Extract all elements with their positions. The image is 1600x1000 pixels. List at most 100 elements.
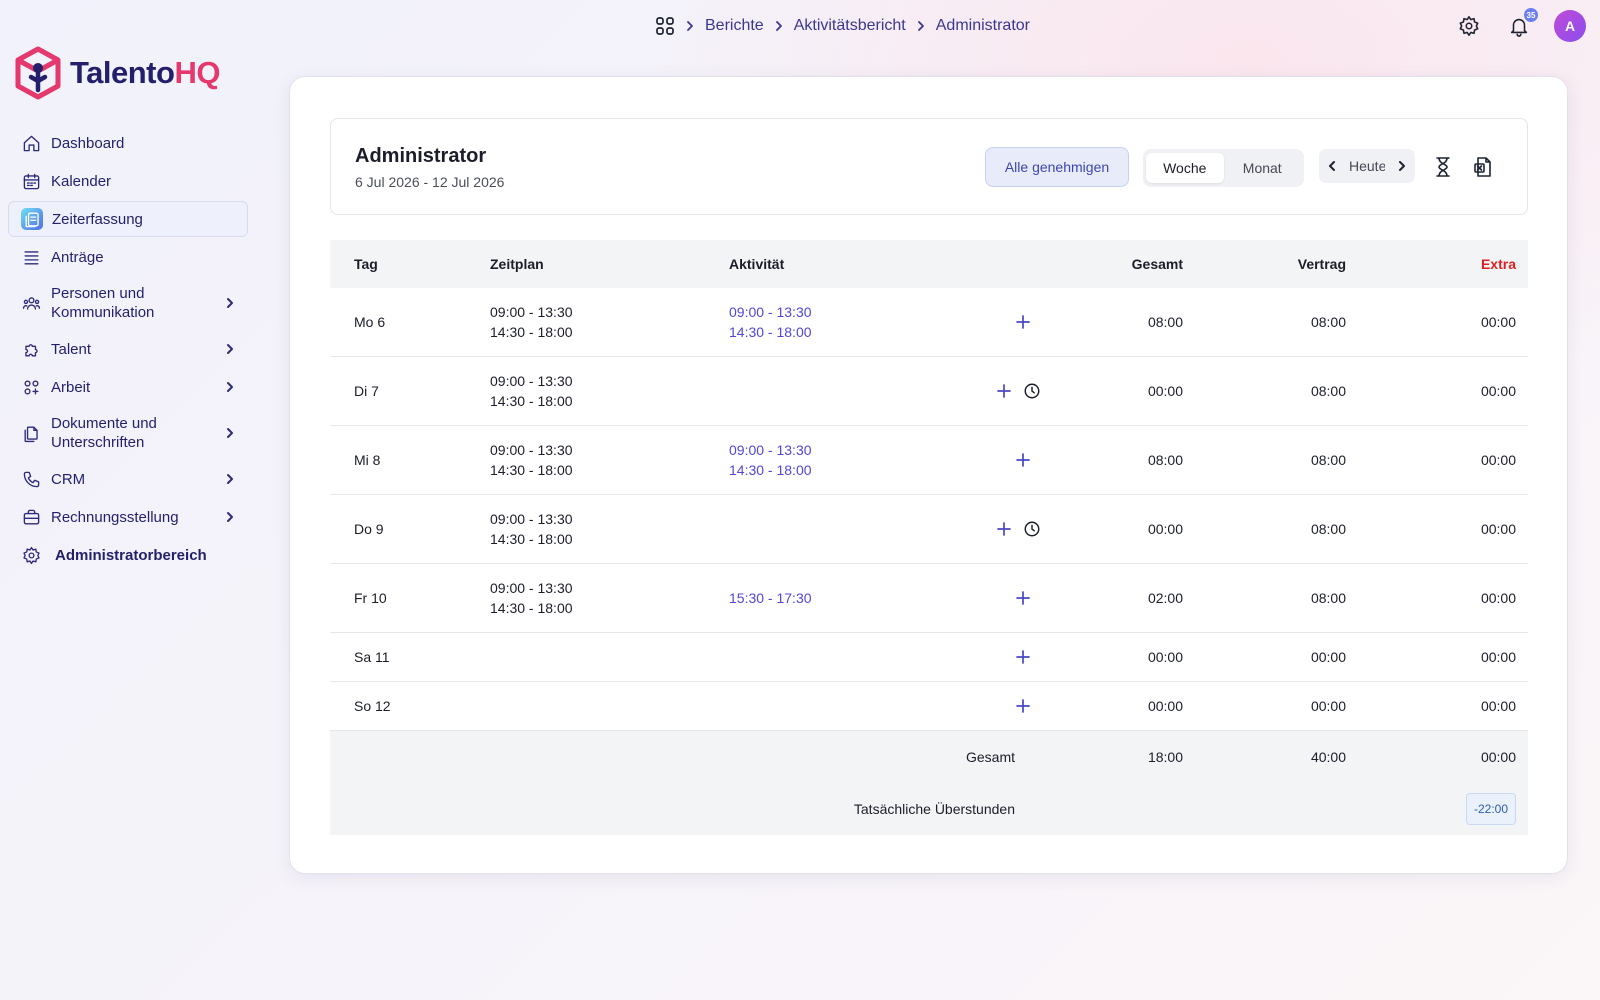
header-total: Gesamt: [1131, 256, 1183, 272]
header-schedule: Zeitplan: [490, 256, 544, 272]
footer-extra: 00:00: [1480, 749, 1516, 765]
sidebar-item-crm[interactable]: CRM: [8, 461, 248, 497]
schedule-slot: 14:30 - 18:00: [490, 393, 573, 409]
apps-grid-icon[interactable]: [655, 16, 675, 36]
brand-logo[interactable]: TalentoHQ: [14, 46, 220, 100]
chevron-right-icon: [775, 21, 782, 31]
add-activity-button[interactable]: [1014, 313, 1032, 331]
activity-slot[interactable]: 09:00 - 13:30: [729, 440, 812, 460]
users-icon: [20, 292, 42, 314]
total-cell: 00:00: [1147, 698, 1183, 714]
day-cell: So 12: [354, 698, 391, 714]
sidebar-item-label: CRM: [51, 470, 86, 488]
sidebar-item-label: Administratorbereich: [55, 546, 207, 564]
row-actions: [1014, 648, 1032, 666]
sidebar-item-rechnungsstellung[interactable]: Rechnungsstellung: [8, 499, 248, 535]
table-row: Mo 6 09:00 - 13:30 14:30 - 18:00 09:00 -…: [330, 288, 1528, 357]
add-activity-button[interactable]: [1014, 697, 1032, 715]
sidebar-item-antraege[interactable]: Anträge: [8, 239, 248, 275]
schedule-slot: 09:00 - 13:30: [490, 580, 573, 596]
settings-button[interactable]: [1454, 11, 1484, 41]
add-activity-button[interactable]: [1014, 648, 1032, 666]
activity-slot[interactable]: 09:00 - 13:30: [729, 302, 812, 322]
breadcrumb-berichte[interactable]: Berichte: [705, 17, 764, 35]
activity-cell: 09:00 - 13:30 14:30 - 18:00: [729, 440, 812, 480]
activity-slot[interactable]: 15:30 - 17:30: [729, 588, 812, 608]
breadcrumb-current: Administrator: [935, 17, 1030, 34]
activity-cell: 09:00 - 13:30 14:30 - 18:00: [729, 302, 812, 342]
row-actions: [1014, 589, 1032, 607]
activity-slot[interactable]: 14:30 - 18:00: [729, 322, 812, 342]
gear-icon: [20, 544, 42, 566]
header-extra: Extra: [1480, 256, 1516, 272]
extra-cell: 00:00: [1480, 383, 1516, 399]
sidebar-item-dokumente-und-unterschriften[interactable]: Dokumente und Unterschriften: [8, 409, 248, 457]
row-actions: [1014, 451, 1032, 469]
add-activity-button[interactable]: [1014, 451, 1032, 469]
chevron-right-icon: [687, 21, 693, 31]
schedule-slot: 14:30 - 18:00: [490, 531, 573, 547]
sidebar-item-label: Dashboard: [51, 134, 125, 152]
tab-month[interactable]: Monat: [1224, 153, 1302, 183]
day-cell: Fr 10: [354, 590, 387, 606]
overtime-label: Tatsächliche Überstunden: [853, 801, 1015, 817]
extra-cell: 00:00: [1480, 590, 1516, 606]
extra-cell: 00:00: [1480, 649, 1516, 665]
sidebar-item-label: Rechnungsstellung: [51, 508, 179, 526]
schedule-cell: 09:00 - 13:30 14:30 - 18:00: [490, 509, 573, 549]
date-range: 6 Jul 2026 - 12 Jul 2026: [355, 174, 505, 190]
brand-name: TalentoHQ: [70, 55, 220, 90]
clock-icon[interactable]: [1023, 520, 1041, 538]
sidebar-item-label: Arbeit: [51, 378, 91, 396]
puzzle-icon: [20, 338, 42, 360]
chevron-right-icon: [917, 21, 924, 31]
add-activity-button[interactable]: [1014, 589, 1032, 607]
sidebar-item-personen-und-kommunikation[interactable]: Personen und Kommunikation: [8, 279, 248, 327]
view-toggle: Woche Monat: [1143, 149, 1304, 187]
breadcrumb-aktivitaetsbericht[interactable]: Aktivitätsbericht: [794, 17, 906, 35]
gear-icon: [1459, 16, 1479, 36]
contract-cell: 08:00: [1310, 590, 1346, 606]
total-cell: 08:00: [1147, 314, 1183, 330]
overtime-badge: -22:00: [1465, 793, 1516, 825]
sidebar-item-talent[interactable]: Talent: [8, 331, 248, 367]
schedule-slot: 09:00 - 13:30: [490, 511, 573, 527]
sidebar-item-arbeit[interactable]: Arbeit: [8, 369, 248, 405]
sidebar-item-kalender[interactable]: Kalender: [8, 163, 248, 199]
notifications-button[interactable]: 35: [1504, 8, 1538, 41]
schedule-slot: 14:30 - 18:00: [490, 324, 573, 340]
hourglass-icon[interactable]: [1431, 155, 1455, 179]
extra-cell: 00:00: [1480, 521, 1516, 537]
total-cell: 08:00: [1147, 452, 1183, 468]
chevron-left-icon[interactable]: [1327, 161, 1337, 171]
top-actions: 35 A: [1454, 8, 1586, 42]
sidebar-item-dashboard[interactable]: Dashboard: [8, 125, 248, 161]
excel-export-icon[interactable]: [1471, 155, 1495, 179]
contract-cell: 08:00: [1310, 452, 1346, 468]
schedule-cell: 09:00 - 13:30 14:30 - 18:00: [490, 440, 573, 480]
sidebar-item-label: Zeiterfassung: [52, 210, 143, 228]
contract-cell: 08:00: [1310, 521, 1346, 537]
footer-total: 18:00: [1147, 749, 1183, 765]
phone-icon: [20, 468, 42, 490]
sidebar-item-administratorbereich[interactable]: Administratorbereich: [8, 537, 248, 573]
sidebar-item-zeiterfassung[interactable]: Zeiterfassung: [8, 201, 248, 237]
avatar[interactable]: A: [1554, 10, 1586, 42]
row-actions: [995, 520, 1041, 538]
schedule-cell: 09:00 - 13:30 14:30 - 18:00: [490, 371, 573, 411]
sidebar-nav: Dashboard Kalender Zeiterfassung Anträge…: [8, 125, 248, 575]
table-row: Mi 8 09:00 - 13:30 14:30 - 18:00 09:00 -…: [330, 426, 1528, 495]
clock-icon[interactable]: [1023, 382, 1041, 400]
sidebar-item-label: Anträge: [51, 248, 104, 266]
approve-all-button[interactable]: Alle genehmigen: [985, 147, 1129, 187]
sidebar-item-label: Dokumente und Unterschriften: [51, 415, 157, 451]
table-row: Fr 10 09:00 - 13:30 14:30 - 18:00 15:30 …: [330, 564, 1528, 633]
add-activity-button[interactable]: [995, 382, 1013, 400]
activity-slot[interactable]: 14:30 - 18:00: [729, 460, 812, 480]
documents-icon: [20, 422, 42, 444]
chevron-right-icon[interactable]: [1397, 161, 1407, 171]
today-button[interactable]: Heute: [1349, 158, 1385, 174]
day-cell: Mi 8: [354, 452, 381, 468]
add-activity-button[interactable]: [995, 520, 1013, 538]
tab-week[interactable]: Woche: [1146, 153, 1224, 183]
